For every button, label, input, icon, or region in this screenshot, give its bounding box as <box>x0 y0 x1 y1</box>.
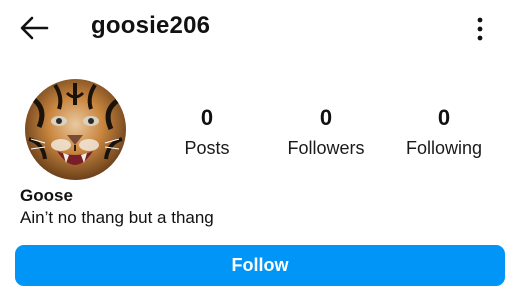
more-vertical-icon <box>477 17 483 41</box>
followers-stat[interactable]: 0 Followers <box>266 105 386 159</box>
tiger-photo-avatar <box>25 79 126 180</box>
follow-button[interactable]: Follow <box>15 245 505 286</box>
following-count: 0 <box>437 105 451 130</box>
top-bar: goosie206 <box>0 0 520 56</box>
profile-username: goosie206 <box>91 12 211 39</box>
more-options-button[interactable] <box>466 12 494 46</box>
posts-stat[interactable]: 0 Posts <box>147 105 267 159</box>
posts-label: Posts <box>184 138 230 158</box>
back-button[interactable] <box>14 10 54 46</box>
profile-bio: Ain’t no thang but a thang <box>20 208 214 227</box>
followers-count: 0 <box>319 105 333 130</box>
avatar[interactable] <box>25 79 126 180</box>
display-name: Goose <box>20 186 73 205</box>
posts-count: 0 <box>200 105 214 130</box>
following-stat[interactable]: 0 Following <box>384 105 504 159</box>
following-label: Following <box>405 138 483 158</box>
followers-label: Followers <box>287 138 365 158</box>
arrow-left-icon <box>20 16 49 40</box>
